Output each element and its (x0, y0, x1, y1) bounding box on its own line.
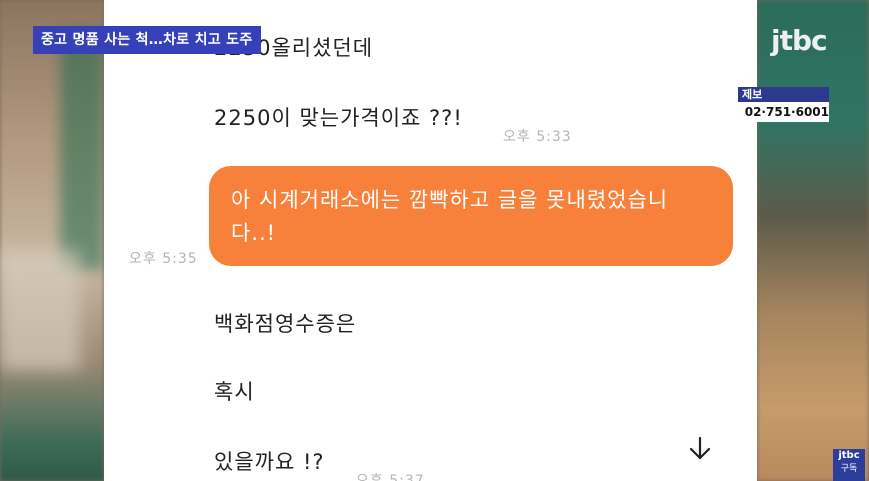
timestamp-3: 오후 5:37 (356, 473, 425, 481)
bubble-line-1: 아 시계거래소에는 깜빡하고 글을 못내렸었습니 (231, 188, 669, 212)
subscribe-badge[interactable]: jtbc 구독 (833, 449, 865, 481)
timestamp-1: 오후 5:33 (503, 129, 572, 145)
timestamp-2: 오후 5:35 (129, 251, 198, 267)
report-phone: 02·751·6001 (738, 102, 829, 122)
subscribe-label: 구독 (840, 464, 858, 474)
background-right (757, 0, 869, 481)
message-3: 백화점영수증은 (214, 312, 357, 336)
bubble-line-2: 다..! (231, 221, 277, 245)
background-blur-green (60, 30, 104, 270)
background-left (0, 0, 104, 481)
phone-icon (741, 111, 742, 113)
jtbc-logo: jtbc (771, 24, 828, 57)
report-title: 제보 (738, 87, 829, 102)
message-4: 혹시 (214, 380, 255, 404)
news-headline: 중고 명품 사는 척…차로 치고 도주 (33, 26, 261, 54)
background-blur-light (0, 250, 80, 370)
outgoing-message-bubble[interactable]: 아 시계거래소에는 깜빡하고 글을 못내렸었습니 다..! (209, 166, 733, 266)
message-2: 2250이 맞는가격이죠 ??! (214, 106, 463, 130)
subscribe-logo: jtbc (838, 450, 860, 461)
message-5: 있을까요 !? (214, 450, 325, 474)
report-box: 제보 02·751·6001 (738, 87, 829, 123)
arrow-down-icon[interactable] (687, 436, 713, 462)
report-phone-number: 02·751·6001 (744, 105, 829, 119)
chat-panel[interactable]: 2250올리셨던데 2250이 맞는가격이죠 ??! 오후 5:33 아 시계거… (104, 0, 757, 481)
